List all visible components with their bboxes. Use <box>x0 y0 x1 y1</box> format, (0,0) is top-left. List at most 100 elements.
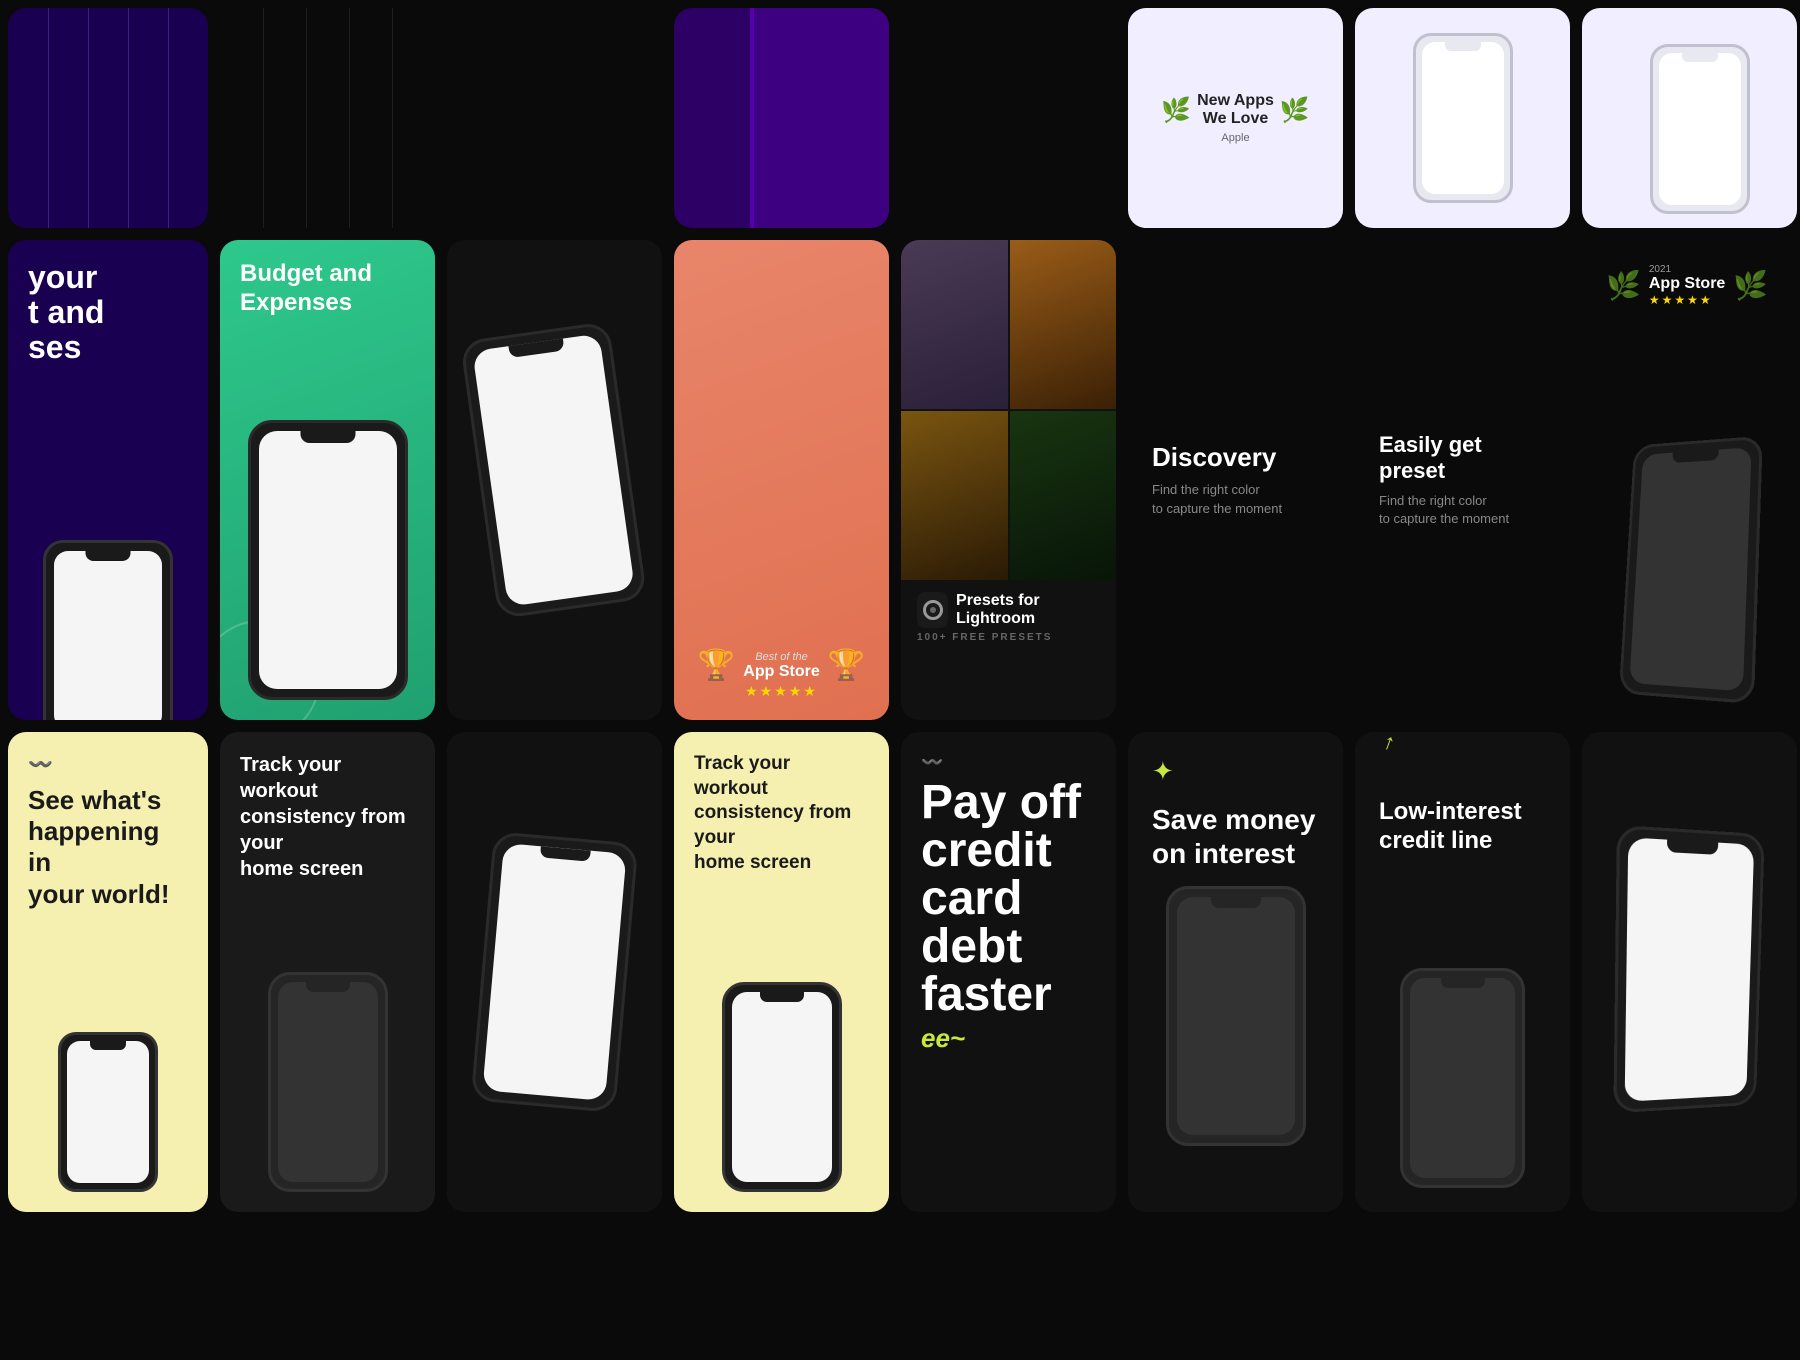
track-yellow-title: Track your workoutconsistency from yourh… <box>694 752 869 875</box>
r3-c1-yellow: 〰️ See what'shappening inyour world! <box>8 732 208 1212</box>
iris-icon <box>923 600 943 620</box>
r2-c1-phone <box>43 540 173 720</box>
appstore-stars: ★★★★★ <box>1649 293 1725 307</box>
r3-c6-save: ✦ Save money on interest <box>1128 732 1343 1212</box>
budget-phone <box>248 420 408 700</box>
laurel-row: 🌿 New Apps We Love 🌿 <box>1161 92 1310 128</box>
vert-line-8 <box>392 8 393 228</box>
r2-c7-preset: Easily get preset Find the right colorto… <box>1355 240 1570 720</box>
r3-c1-top: 〰️ See what'shappening inyour world! <box>28 752 188 910</box>
vert-line-7 <box>349 8 350 228</box>
r3-c8-phone-frame <box>1613 825 1764 1113</box>
budget-phone-notch <box>300 431 355 443</box>
r3-c7-low-interest: ↑ Low-interest credit line <box>1355 732 1570 1212</box>
r3-c4-phone-screen <box>732 992 832 1182</box>
r1-phone-screen-2 <box>1659 53 1741 205</box>
vert-line-6 <box>306 8 307 228</box>
r2-c1-purple: your t and ses <box>8 240 208 720</box>
r3-c7-phone-notch <box>1441 978 1485 988</box>
r1-phone-area-2 <box>1582 8 1797 228</box>
budget-text-wrap: Budget and Expenses <box>240 260 415 318</box>
r2-c1-phone-screen <box>54 551 162 720</box>
r3-c3-phone-screen <box>482 843 626 1101</box>
badge-sub: Apple <box>1221 132 1249 144</box>
r2-c8-phone-screen <box>1629 447 1751 691</box>
r3-c5-payoff: 〰️ Pay offcreditcard debtfaster ee~ <box>901 732 1116 1212</box>
budget-phone-area <box>240 420 415 700</box>
vert-line-4 <box>168 8 169 228</box>
track-dark-title: Track your workoutconsistency from yourh… <box>240 752 415 882</box>
r1-phone-notch-2 <box>1682 53 1718 62</box>
arch-bg <box>901 411 1008 580</box>
r1-phone-frame-2 <box>1650 44 1750 214</box>
r3-c8-dark <box>1582 732 1797 1212</box>
preset-title: Easily get preset <box>1379 432 1546 484</box>
appstore-laurel-right: 🌿 <box>1733 269 1768 302</box>
r1-c7-phone-light <box>1355 8 1570 228</box>
low-interest-title: Low-interest credit line <box>1379 798 1546 856</box>
vert-line-3 <box>128 8 129 228</box>
badge-line2: We Love <box>1197 110 1274 128</box>
photo-architecture <box>901 411 1008 580</box>
r2-c3-phone-frame <box>459 321 647 619</box>
preset-sub: Find the right colorto capture the momen… <box>1379 492 1546 528</box>
r3-c8-phone-screen <box>1624 837 1753 1101</box>
see-title: See what'shappening inyour world! <box>28 785 188 910</box>
r2-c1-phone-wrap <box>43 540 173 720</box>
r1-purple-phone <box>750 8 890 228</box>
r3-c7-phone-area <box>1379 856 1546 1188</box>
r3-c4-phone-notch <box>760 992 804 1002</box>
presets-app-row: Presets for Lightroom <box>917 592 1100 628</box>
save-phone-notch <box>1211 897 1261 908</box>
r3-c3-dark <box>447 732 662 1212</box>
landscape-bg <box>1010 240 1117 409</box>
best-line2: App Store <box>743 663 819 681</box>
presets-icon <box>917 592 948 628</box>
photo-portrait <box>901 240 1008 409</box>
r3-c4-yellow-track: Track your workoutconsistency from yourh… <box>674 732 889 1212</box>
r1-c5-dark <box>901 8 1116 228</box>
r2-c1-header: your t and ses <box>8 240 208 366</box>
appstore-year: 2021 <box>1649 264 1725 275</box>
laurel-right-icon: 🌿 <box>1280 96 1310 125</box>
wavy-icon-world: 〰️ <box>28 752 188 777</box>
r1-c2-dark <box>220 8 435 228</box>
save-phone-screen <box>1177 897 1295 1135</box>
portrait-bg <box>901 240 1008 409</box>
r2-c8-appstore: 🌿 2021 App Store ★★★★★ 🌿 <box>1582 240 1797 720</box>
r2-c8-phone-area <box>1606 327 1773 696</box>
badge-line1: New Apps <box>1197 92 1274 110</box>
purple-phone-frame <box>750 8 890 228</box>
r3-c2-phone-screen <box>278 982 378 1182</box>
budget-title: Budget and Expenses <box>240 260 415 318</box>
r2-c3-dark-phone <box>447 240 662 720</box>
best-stars: ★★★★★ <box>745 683 818 700</box>
world-phone-notch <box>90 1041 126 1050</box>
best-line1: Best of the <box>743 651 819 663</box>
save-phone-area <box>1152 886 1319 1146</box>
world-phone <box>58 1032 158 1192</box>
partial-budget-text: your t and ses <box>28 260 188 366</box>
payoff-cursive: ee~ <box>921 1023 1096 1054</box>
best-laurel-left: 🏆 <box>698 648 735 683</box>
r1-c8-phone-light <box>1582 8 1797 228</box>
appstore-name: App Store <box>1649 275 1725 293</box>
partial-line3: ses <box>28 329 81 365</box>
r3-c7-phone-screen <box>1410 978 1515 1178</box>
r3-c7-phone <box>1400 968 1525 1188</box>
r1-phone-screen <box>1422 42 1504 194</box>
r1-phone-notch <box>1445 42 1481 51</box>
new-apps-badge: 🌿 New Apps We Love 🌿 Apple <box>1161 92 1310 144</box>
r2-c5-presets: Presets for Lightroom 100+ FREE PRESETS <box>901 240 1116 720</box>
r3-c3-phone-tilt <box>471 831 639 1113</box>
r3-c3-phone-frame <box>471 831 639 1113</box>
laurel-left-icon: 🌿 <box>1161 96 1191 125</box>
best-badge-row: 🏆 Best of the App Store 🏆 <box>698 648 865 683</box>
r2-c3-phone-screen <box>472 333 635 606</box>
appstore-badge: 🌿 2021 App Store ★★★★★ 🌿 <box>1606 264 1773 307</box>
r3-c8-phone-tilt <box>1613 825 1764 1113</box>
vert-line-1 <box>48 8 49 228</box>
wavy-icon-payoff: 〰️ <box>921 752 1096 773</box>
person-bg <box>1010 411 1117 580</box>
world-phone-area <box>28 910 188 1192</box>
